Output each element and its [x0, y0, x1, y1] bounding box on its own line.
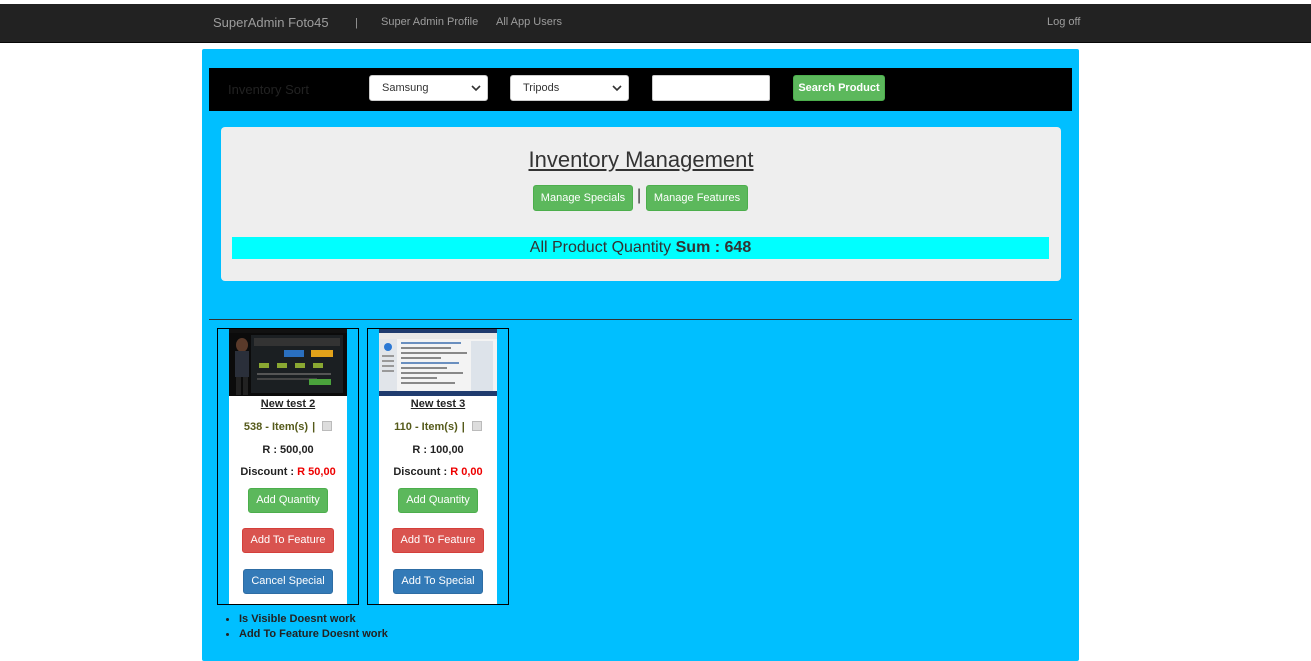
- discount-label: Discount :: [393, 466, 448, 478]
- search-input[interactable]: [652, 75, 770, 101]
- visible-checkbox[interactable]: [471, 421, 482, 432]
- add-quantity-button[interactable]: Add Quantity: [248, 488, 328, 513]
- product-quantity: 538 - Item(s) |: [229, 421, 347, 433]
- notes-list: Is Visible Doesnt work Add To Feature Do…: [221, 612, 388, 642]
- category-select[interactable]: Tripods: [510, 75, 629, 101]
- search-product-button[interactable]: Search Product: [793, 75, 885, 101]
- product-thumbnail: [229, 329, 347, 396]
- top-navbar: SuperAdmin Foto45 | Super Admin Profile …: [0, 4, 1311, 43]
- add-quantity-button[interactable]: Add Quantity: [398, 488, 478, 513]
- logoff-link[interactable]: Log off: [1047, 16, 1080, 28]
- main-panel: Inventory Sort Samsung Tripods Search Pr…: [202, 49, 1079, 661]
- product-price: R : 100,00: [412, 444, 464, 456]
- cancel-special-button[interactable]: Cancel Special: [243, 569, 333, 594]
- chevron-down-icon: [471, 85, 481, 92]
- sum-value: Sum : 648: [675, 239, 752, 256]
- note-item: Add To Feature Doesnt work: [221, 627, 388, 642]
- product-discount: Discount : R 50,00: [229, 466, 347, 478]
- sum-label: All Product Quantity: [529, 239, 672, 256]
- actions-separator: |: [637, 187, 642, 204]
- product-card: New test 2 538 - Item(s) | R : 500,00 Dis…: [217, 328, 359, 605]
- nav-all-app-users[interactable]: All App Users: [496, 16, 562, 28]
- quantity-text: 538 - Item(s): [243, 421, 309, 433]
- quantity-separator: |: [461, 421, 465, 433]
- product-discount: Discount : R 0,00: [379, 466, 497, 478]
- brand-select[interactable]: Samsung: [369, 75, 488, 101]
- quantity-separator: |: [312, 421, 316, 433]
- filter-title: Inventory Sort: [228, 82, 309, 97]
- product-card-body: New test 3 110 - Item(s) | R : 100,00 Dis…: [379, 329, 497, 604]
- discount-value: R 0,00: [450, 466, 483, 478]
- brand-link[interactable]: SuperAdmin Foto45: [213, 15, 329, 30]
- discount-label: Discount :: [240, 466, 295, 478]
- divider: [209, 319, 1072, 320]
- nav-super-admin-profile[interactable]: Super Admin Profile: [381, 16, 478, 28]
- inventory-panel: Inventory Management Manage Specials | M…: [221, 127, 1061, 281]
- add-to-feature-button[interactable]: Add To Feature: [392, 528, 484, 553]
- product-quantity: 110 - Item(s) |: [379, 421, 497, 433]
- product-thumbnail: [379, 329, 497, 396]
- brand-select-value: Samsung: [382, 82, 429, 94]
- quantity-text: 110 - Item(s): [394, 421, 458, 433]
- add-to-feature-button[interactable]: Add To Feature: [242, 528, 334, 553]
- product-card-body: New test 2 538 - Item(s) | R : 500,00 Dis…: [229, 329, 347, 604]
- quantity-sum-bar: All Product Quantity Sum : 648: [232, 237, 1049, 259]
- page-title: Inventory Management: [528, 147, 754, 172]
- product-name-link[interactable]: New test 2: [229, 398, 347, 410]
- category-select-value: Tripods: [523, 82, 560, 94]
- product-card: New test 3 110 - Item(s) | R : 100,00 Dis…: [367, 328, 509, 605]
- product-name-link[interactable]: New test 3: [379, 398, 497, 410]
- manage-specials-button[interactable]: Manage Specials: [533, 185, 633, 211]
- discount-value: R 50,00: [297, 466, 336, 478]
- nav-separator: |: [355, 17, 358, 29]
- visible-checkbox[interactable]: [322, 421, 333, 432]
- manage-features-button[interactable]: Manage Features: [646, 185, 748, 211]
- inventory-actions: Manage Specials | Manage Features: [533, 185, 763, 211]
- product-price: R : 500,00: [262, 444, 314, 456]
- add-to-special-button[interactable]: Add To Special: [393, 569, 483, 594]
- note-item: Is Visible Doesnt work: [221, 612, 388, 627]
- chevron-down-icon: [612, 85, 622, 92]
- filter-bar: Inventory Sort Samsung Tripods Search Pr…: [209, 68, 1072, 111]
